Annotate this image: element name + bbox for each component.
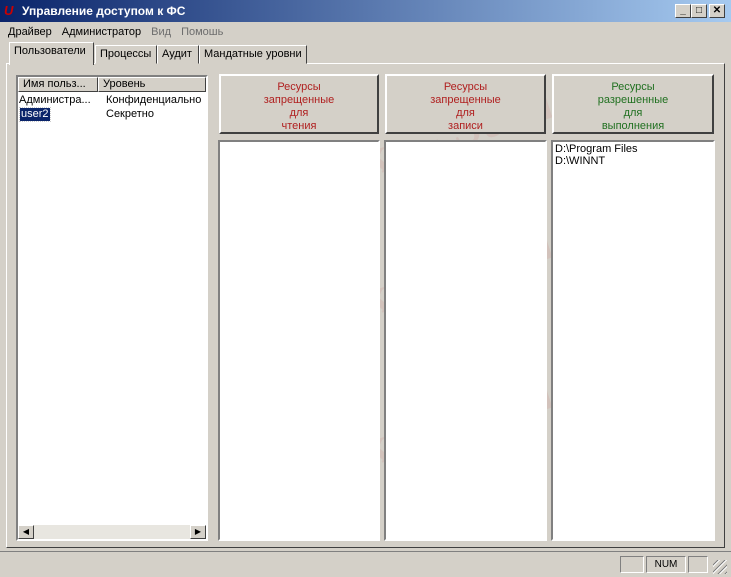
user-level: Секретно [106, 108, 154, 120]
users-list[interactable] [16, 75, 208, 541]
label-line: для [289, 107, 309, 119]
allowed-execute-button[interactable]: Ресурсы разрешенные для выполнения [552, 74, 714, 134]
label-line: запрещенные [263, 94, 335, 106]
status-panel [688, 556, 708, 573]
app-icon: U [4, 3, 14, 18]
forbidden-write-list[interactable] [384, 140, 547, 541]
scroll-right-icon[interactable]: ▶ [190, 525, 206, 539]
menu-help[interactable]: Помошь [176, 22, 228, 41]
title-bar: Управление доступом к ФС [0, 0, 731, 22]
maximize-button[interactable]: □ [691, 4, 707, 18]
label-line: записи [448, 120, 483, 132]
tab-mandatory-levels[interactable]: Мандатные уровни [199, 45, 307, 64]
label-line: Ресурсы [611, 81, 655, 93]
user-level: Конфиденциально [106, 94, 202, 106]
menu-bar: Драйвер Администратор Вид Помошь [0, 22, 731, 41]
list-item[interactable]: D:\WINNT [553, 155, 713, 167]
tab-users[interactable]: Пользователи [9, 42, 94, 65]
tab-processes[interactable]: Процессы [95, 45, 157, 64]
menu-driver[interactable]: Драйвер [3, 22, 57, 41]
minimize-button[interactable]: _ [675, 4, 691, 18]
status-num: NUM [646, 556, 686, 573]
label-line: выполнения [601, 120, 665, 132]
horizontal-scrollbar[interactable]: ◀ ▶ [18, 525, 206, 539]
allowed-execute-list[interactable]: D:\Program Files D:\WINNT [551, 140, 715, 541]
label-line: чтения [281, 120, 317, 132]
label-line: для [456, 107, 475, 119]
user-name-selected[interactable]: user2 [19, 107, 51, 122]
forbidden-read-list[interactable] [218, 140, 380, 541]
forbidden-read-button[interactable]: Ресурсы запрещенные для чтения [219, 74, 379, 134]
close-button[interactable]: ✕ [709, 4, 725, 18]
status-panel [620, 556, 644, 573]
tab-audit[interactable]: Аудит [157, 45, 199, 64]
menu-view[interactable]: Вид [146, 22, 176, 41]
column-header-level[interactable]: Уровень [98, 77, 206, 92]
label-line: разрешенные [597, 94, 669, 106]
list-item[interactable]: D:\Program Files [553, 143, 713, 155]
label-line: Ресурсы [277, 81, 321, 93]
column-header-username[interactable]: Имя польз... [18, 77, 98, 92]
label-line: для [623, 107, 643, 119]
divider [0, 551, 731, 552]
label-line: запрещенные [430, 94, 501, 106]
label-line: Ресурсы [443, 81, 488, 93]
resize-grip-icon[interactable] [713, 560, 727, 574]
menu-admin[interactable]: Администратор [57, 22, 146, 41]
user-name[interactable]: Администра... [19, 94, 91, 107]
forbidden-write-button[interactable]: Ресурсы запрещенные для записи [385, 74, 546, 134]
window-title: Управление доступом к ФС [22, 4, 186, 18]
scroll-left-icon[interactable]: ◀ [18, 525, 34, 539]
